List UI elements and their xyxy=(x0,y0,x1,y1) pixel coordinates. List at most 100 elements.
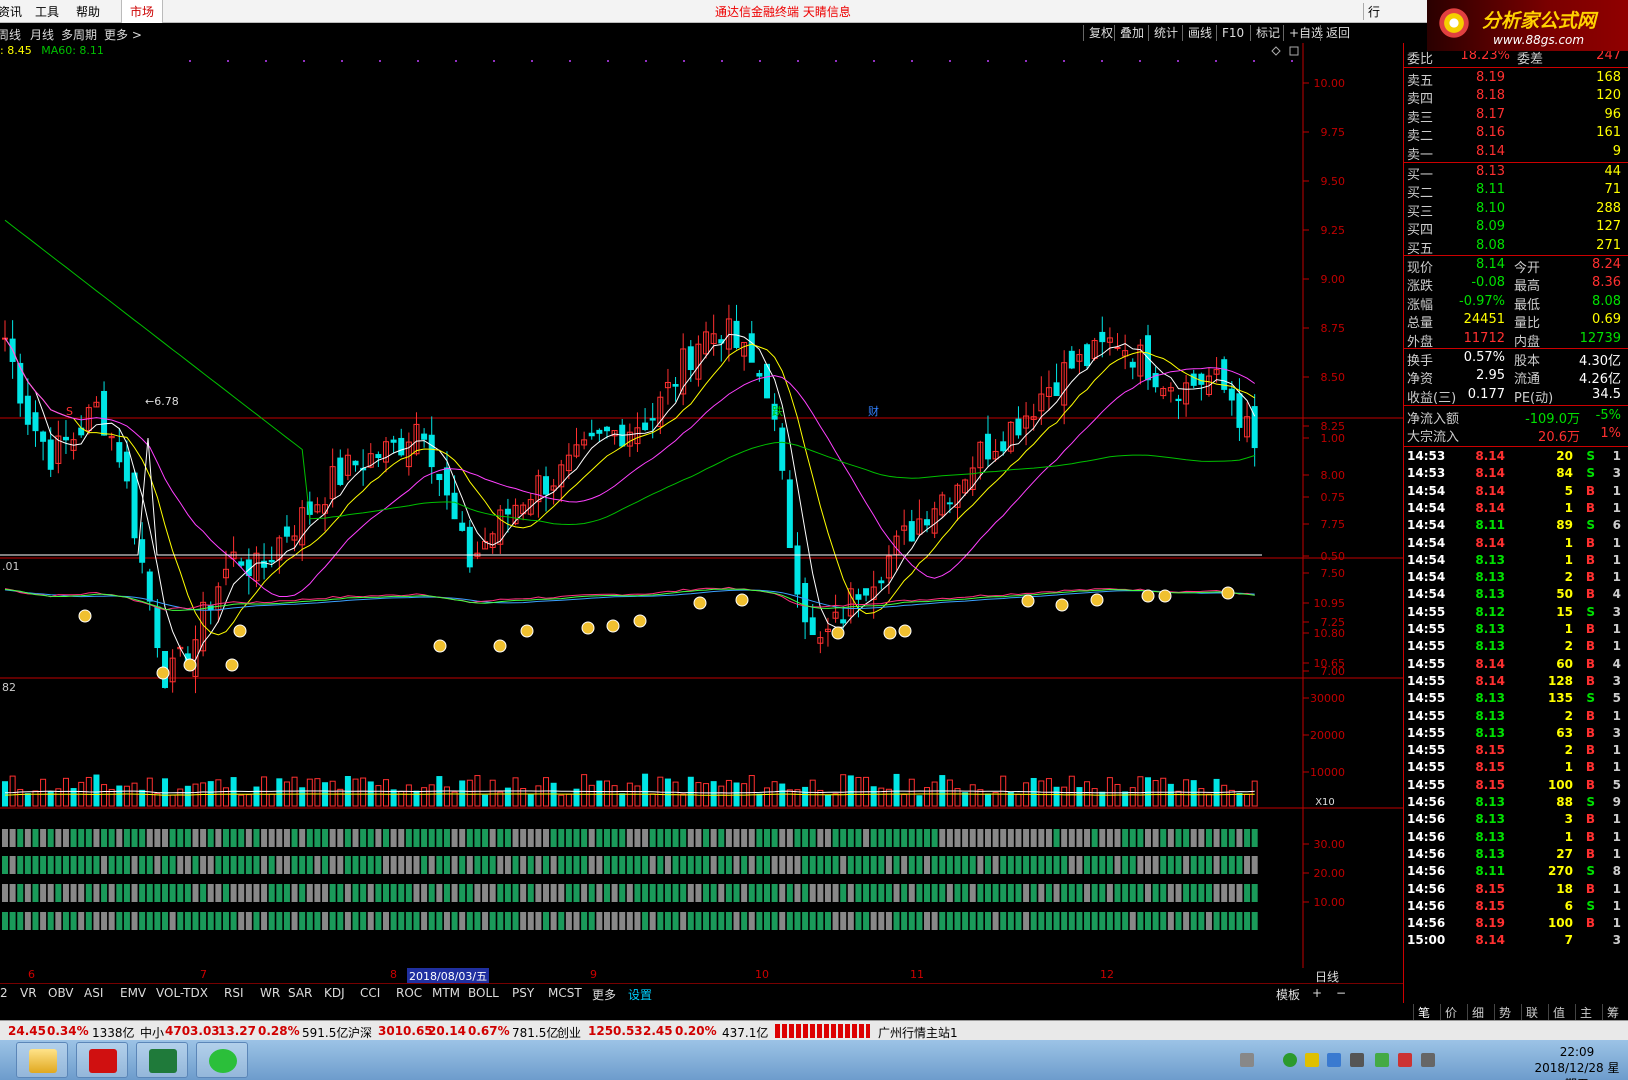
tick-row: 14:54 8.14 1 B 1 xyxy=(1407,501,1625,518)
indicator-tab-mcst[interactable]: MCST xyxy=(548,986,582,1000)
explorer-taskbar-button[interactable] xyxy=(16,1042,68,1078)
chip-bar xyxy=(840,856,847,874)
fundamental-row: 收益(三) 0.177 PE(动) 34.5 xyxy=(1407,387,1625,406)
chip-bar xyxy=(1198,912,1205,930)
candle-body xyxy=(390,439,397,443)
stats-button[interactable]: 统计 xyxy=(1148,25,1183,41)
chat-tray-icon[interactable] xyxy=(1283,1053,1297,1067)
network-tray-icon[interactable] xyxy=(1327,1053,1341,1067)
indicator-tab-vr[interactable]: VR xyxy=(20,986,37,1000)
wechat-taskbar-button[interactable] xyxy=(196,1042,248,1078)
excel-taskbar-button[interactable] xyxy=(136,1042,188,1078)
indicator-tab-boll[interactable]: BOLL xyxy=(468,986,499,1000)
quote-tab-0[interactable]: 笔 xyxy=(1413,1004,1430,1021)
indicator-tab-emv[interactable]: EMV xyxy=(120,986,146,1000)
signal-dot xyxy=(873,60,875,62)
chip-bar xyxy=(169,829,176,847)
quote-tab-1[interactable]: 价 xyxy=(1440,1004,1457,1021)
chip-bar xyxy=(626,856,633,874)
speaker-tray-icon[interactable] xyxy=(1398,1053,1412,1067)
chip-bar xyxy=(977,829,984,847)
money-bag-shape xyxy=(581,621,595,635)
weekly-button[interactable]: 周线 xyxy=(0,26,21,43)
menu-news[interactable]: 资讯 xyxy=(0,3,22,20)
more-button[interactable]: 更多 > xyxy=(104,26,142,43)
keyboard-tray-icon[interactable] xyxy=(1240,1053,1254,1067)
indicator-tab-obv[interactable]: OBV xyxy=(48,986,74,1000)
f10-button[interactable]: F10 xyxy=(1216,25,1249,41)
volume-tray-icon[interactable] xyxy=(1350,1053,1364,1067)
indicator-tab-2[interactable]: 2 xyxy=(0,986,8,1000)
tick-count: 5 xyxy=(1612,777,1621,792)
chip-bar xyxy=(840,829,847,847)
quote-cell: 卖五 xyxy=(1407,74,1434,89)
chip-bar xyxy=(207,912,214,930)
indicator-tab-vol-tdx[interactable]: VOL-TDX xyxy=(156,986,208,1000)
volume-bar xyxy=(1038,780,1045,807)
quote-tab-4[interactable]: 联 xyxy=(1521,1004,1538,1021)
tick-side: B xyxy=(1585,552,1595,567)
chip-bar xyxy=(1198,884,1205,902)
indicator-tab-设置[interactable]: 设置 xyxy=(628,986,652,1003)
tick-count: 3 xyxy=(1612,933,1621,948)
back-button[interactable]: 返回 xyxy=(1320,25,1355,41)
chip-bar xyxy=(405,856,412,874)
menu-tools[interactable]: 工具 xyxy=(35,3,59,20)
tick-side: B xyxy=(1585,829,1595,844)
indicator-tab-mtm[interactable]: MTM xyxy=(432,986,460,1000)
indicator-tab-psy[interactable]: PSY xyxy=(512,986,534,1000)
chip-bar xyxy=(215,912,222,930)
zoom-out-button[interactable]: − xyxy=(1336,986,1346,1000)
tick-volume: 1 xyxy=(1564,622,1573,636)
bid-row: 买三 8.10 288 xyxy=(1407,201,1625,220)
menu-help[interactable]: 帮助 xyxy=(76,3,100,20)
quote-separator xyxy=(1404,67,1628,68)
tdx-taskbar-button[interactable] xyxy=(76,1042,128,1078)
chip-bar xyxy=(1084,856,1091,874)
market-tab[interactable]: 市场 xyxy=(121,0,164,23)
quote-tab[interactable]: 行 xyxy=(1363,3,1384,20)
gpu-tray-icon[interactable] xyxy=(1375,1053,1389,1067)
quote-cell: 4.26亿 xyxy=(1579,372,1621,388)
indicator-tab-wr[interactable]: WR xyxy=(260,986,280,1000)
indicator-tab-cci[interactable]: CCI xyxy=(360,986,380,1000)
adjust-button[interactable]: 复权 xyxy=(1083,25,1118,41)
draw-button[interactable]: 画线 xyxy=(1182,25,1217,41)
restore-icon[interactable] xyxy=(1289,46,1299,56)
server-label[interactable]: 广州行情主站1 xyxy=(878,1024,958,1041)
quote-tab-3[interactable]: 势 xyxy=(1494,1004,1511,1021)
quote-tab-6[interactable]: 主 xyxy=(1575,1004,1592,1021)
monthly-button[interactable]: 月线 xyxy=(30,26,54,43)
chip-bar xyxy=(847,884,854,902)
indicator-tab-更多[interactable]: 更多 xyxy=(592,986,616,1003)
zoom-in-button[interactable]: + xyxy=(1312,986,1322,1000)
mark-button[interactable]: 标记 xyxy=(1250,25,1285,41)
kline-chart[interactable]: 10.009.759.509.259.008.758.508.258.007.7… xyxy=(0,43,1403,968)
chip-bar xyxy=(421,829,428,847)
tick-count: 1 xyxy=(1612,535,1621,550)
template-button[interactable]: 模板 xyxy=(1276,986,1300,1003)
quote-tab-7[interactable]: 筹 xyxy=(1602,1004,1619,1021)
indicator-tab-rsi[interactable]: RSI xyxy=(224,986,244,1000)
tick-side: S xyxy=(1586,449,1595,463)
tick-count: 1 xyxy=(1612,552,1621,567)
indicator-tab-asi[interactable]: ASI xyxy=(84,986,103,1000)
chip-bar xyxy=(733,856,740,874)
volume-bar xyxy=(459,780,466,807)
signal-dot xyxy=(1177,60,1179,62)
diamond-icon[interactable] xyxy=(1271,46,1281,56)
indicator-tab-roc[interactable]: ROC xyxy=(396,986,422,1000)
indicator-tab-kdj[interactable]: KDJ xyxy=(324,986,345,1000)
indicator-tab-sar[interactable]: SAR xyxy=(288,986,312,1000)
chip-bar xyxy=(428,856,435,874)
system-clock[interactable]: 22:09 2018/12/28 星期五 xyxy=(1532,1044,1622,1080)
candle-body xyxy=(261,560,268,568)
multi-period-button[interactable]: 多周期 xyxy=(61,26,97,43)
quote-tab-5[interactable]: 值 xyxy=(1548,1004,1565,1021)
volume-bar xyxy=(169,794,176,807)
candle-body xyxy=(672,384,679,387)
overlay-button[interactable]: 叠加 xyxy=(1114,25,1149,41)
quote-tab-2[interactable]: 细 xyxy=(1467,1004,1484,1021)
display-tray-icon[interactable] xyxy=(1421,1053,1435,1067)
plus-tray-icon[interactable] xyxy=(1305,1053,1319,1067)
